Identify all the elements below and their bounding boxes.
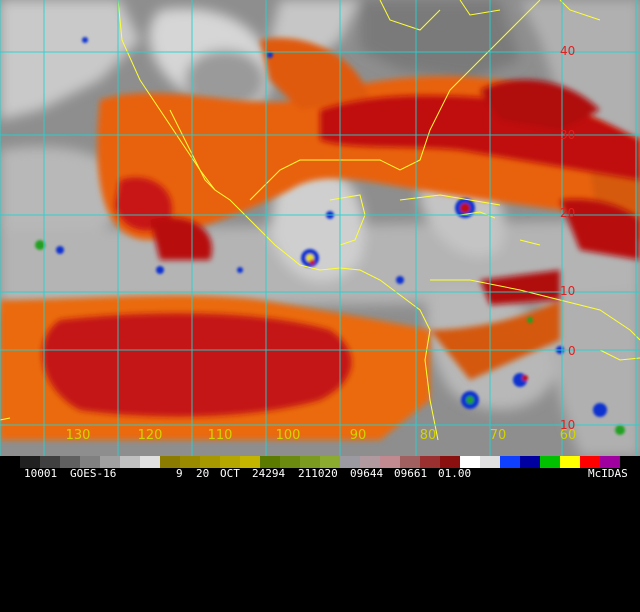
info-julian: 24294	[252, 467, 286, 480]
info-day: 20	[196, 467, 210, 480]
info-time: 211020	[298, 467, 338, 480]
lat-label-20: 20	[560, 206, 576, 220]
color-bar-swatch	[120, 456, 140, 468]
mcidas-brand: McIDAS	[588, 467, 628, 480]
color-bar-swatch	[0, 456, 20, 468]
lon-label-80: 80	[419, 428, 437, 443]
color-bar-swatch	[480, 456, 500, 468]
lat-label-10: 10	[560, 284, 576, 298]
color-bar-swatch	[140, 456, 160, 468]
lon-label-100: 100	[275, 428, 301, 443]
water-vapor-satellite-image	[0, 0, 640, 456]
lon-label-90: 90	[349, 428, 367, 443]
info-n2: 09661	[394, 467, 428, 480]
info-n1: 09644	[350, 467, 384, 480]
info-id: 10001	[24, 467, 58, 480]
lat-label-s10: 10	[560, 418, 576, 432]
info-satellite: GOES-16	[70, 467, 117, 480]
info-res: 01.00	[438, 467, 472, 480]
color-bar-swatch	[500, 456, 520, 468]
lon-label-130: 130	[65, 428, 91, 443]
info-band: 9	[176, 467, 183, 480]
lat-label-40: 40	[560, 44, 576, 58]
lat-label-0: 0	[568, 344, 576, 358]
lon-label-110: 110	[207, 428, 233, 443]
lon-label-120: 120	[137, 428, 163, 443]
color-bar-swatch	[520, 456, 540, 468]
info-bar: 10001 GOES-16 9 20 OCT 24294 211020 0964…	[0, 468, 640, 480]
info-month: OCT	[220, 467, 240, 480]
lat-label-30: 30	[560, 128, 576, 142]
color-bar-swatch	[540, 456, 560, 468]
lon-label-70: 70	[489, 428, 507, 443]
color-bar-swatch	[560, 456, 580, 468]
